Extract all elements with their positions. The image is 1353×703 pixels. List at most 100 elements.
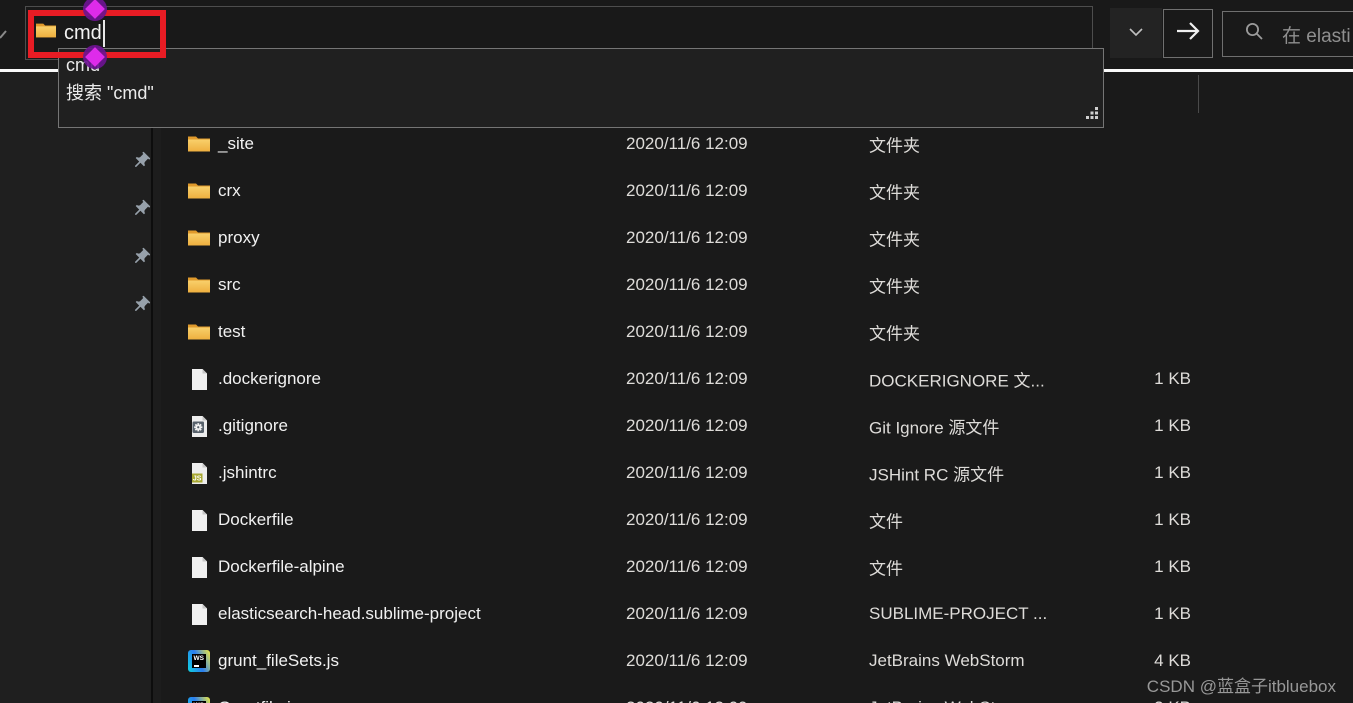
file-name: Dockerfile [218,510,294,530]
file-date: 2020/11/6 12:09 [626,322,748,342]
search-icon [1245,22,1264,46]
file-date: 2020/11/6 12:09 [626,369,748,389]
file-date: 2020/11/6 12:09 [626,275,748,295]
file-kind: SUBLIME-PROJECT ... [869,604,1047,624]
file-name: src [218,275,241,295]
file-type-icon: JS [188,462,210,484]
arrow-right-icon [1174,20,1202,47]
file-type-icon [188,556,210,578]
resize-grip[interactable] [1086,107,1099,125]
file-kind: DOCKERIGNORE 文... [869,367,1045,392]
folder-icon [188,182,210,200]
file-kind: JSHint RC 源文件 [869,461,1004,486]
address-dropdown-button[interactable] [1110,8,1162,58]
file-name: .jshintrc [218,463,277,483]
file-name: Dockerfile-alpine [218,557,345,577]
folder-icon [188,135,210,153]
folder-icon [188,229,210,247]
table-row[interactable]: Dockerfile 2020/11/6 12:09 文件 1 KB [161,497,1353,544]
file-name: proxy [218,228,260,248]
gitignore-file-icon [191,416,208,437]
address-autocomplete-dropdown: cmd 搜索 "cmd" [58,48,1104,128]
file-kind: 文件夹 [869,179,920,204]
go-button[interactable] [1163,9,1213,58]
file-icon [191,557,208,578]
file-icon [191,510,208,531]
file-date: 2020/11/6 12:09 [626,651,748,671]
file-type-icon [188,368,210,390]
file-size: 1 KB [1111,416,1191,436]
pin-icon[interactable] [131,151,151,171]
file-date: 2020/11/6 12:09 [626,181,748,201]
svg-text:JS: JS [192,475,201,482]
file-name: _site [218,134,254,154]
table-row[interactable]: crx 2020/11/6 12:09 文件夹 [161,168,1353,215]
file-name: .dockerignore [218,369,321,389]
file-icon [191,369,208,390]
navigation-pane [0,72,151,703]
pin-icon[interactable] [131,199,151,219]
file-size: 1 KB [1111,463,1191,483]
file-type-icon [188,603,210,625]
file-kind: JetBrains WebStorm [869,698,1025,703]
file-kind: 文件夹 [869,226,920,251]
jshint-file-icon: JS [191,463,208,484]
file-name: crx [218,181,241,201]
file-type-icon: WS [188,650,210,672]
file-date: 2020/11/6 12:09 [626,134,748,154]
file-kind: 文件 [869,508,903,533]
chevron-down-icon [1129,24,1143,42]
file-kind: 文件夹 [869,132,920,157]
file-name: grunt_fileSets.js [218,651,339,671]
folder-icon [188,276,210,294]
search-placeholder: 在 elasti [1282,21,1351,48]
file-icon [191,604,208,625]
file-date: 2020/11/6 12:09 [626,416,748,436]
file-size: 1 KB [1111,557,1191,577]
folder-icon [188,323,210,341]
file-type-icon [188,180,210,202]
file-type-icon [188,274,210,296]
file-date: 2020/11/6 12:09 [626,557,748,577]
table-row[interactable]: elasticsearch-head.sublime-project 2020/… [161,591,1353,638]
file-date: 2020/11/6 12:09 [626,510,748,530]
file-kind: 文件夹 [869,320,920,345]
table-row[interactable]: Dockerfile-alpine 2020/11/6 12:09 文件 1 K… [161,544,1353,591]
file-date: 2020/11/6 12:09 [626,228,748,248]
file-type-icon: WS [188,697,210,703]
file-list: _site 2020/11/6 12:09 文件夹 crx 2020/11/6 … [161,72,1353,703]
file-size: 4 KB [1111,651,1191,671]
file-explorer-window: cmd 在 elasti cmd 搜索 "cmd" [0,0,1353,703]
file-type-icon [188,509,210,531]
pin-icon[interactable] [131,247,151,267]
file-size: 1 KB [1111,369,1191,389]
nav-scrollbar-track[interactable] [153,72,161,703]
table-row[interactable]: .gitignore 2020/11/6 12:09 Git Ignore 源文… [161,403,1353,450]
file-size: 1 KB [1111,510,1191,530]
file-name: elasticsearch-head.sublime-project [218,604,481,624]
file-kind: 文件夹 [869,273,920,298]
file-type-icon [188,133,210,155]
table-row[interactable]: test 2020/11/6 12:09 文件夹 [161,309,1353,356]
file-kind: JetBrains WebStorm [869,651,1025,671]
file-name: test [218,322,245,342]
file-type-icon [188,321,210,343]
file-name: Gruntfile.js [218,698,299,703]
file-date: 2020/11/6 12:09 [626,698,748,703]
table-row[interactable]: src 2020/11/6 12:09 文件夹 [161,262,1353,309]
pin-icon[interactable] [131,295,151,315]
file-size: 1 KB [1111,604,1191,624]
file-size: 3 KB [1111,698,1191,703]
file-type-icon [188,227,210,249]
file-kind: 文件 [869,555,903,580]
file-name: .gitignore [218,416,288,436]
search-input[interactable]: 在 elasti [1222,11,1353,57]
autocomplete-item-search-cmd[interactable]: 搜索 "cmd" [66,79,154,105]
file-kind: Git Ignore 源文件 [869,414,999,439]
table-row[interactable]: proxy 2020/11/6 12:09 文件夹 [161,215,1353,262]
file-type-icon [188,415,210,437]
webstorm-icon: WS [188,697,210,703]
table-row[interactable]: JS .jshintrc 2020/11/6 12:09 JSHint RC 源… [161,450,1353,497]
file-date: 2020/11/6 12:09 [626,463,748,483]
table-row[interactable]: .dockerignore 2020/11/6 12:09 DOCKERIGNO… [161,356,1353,403]
